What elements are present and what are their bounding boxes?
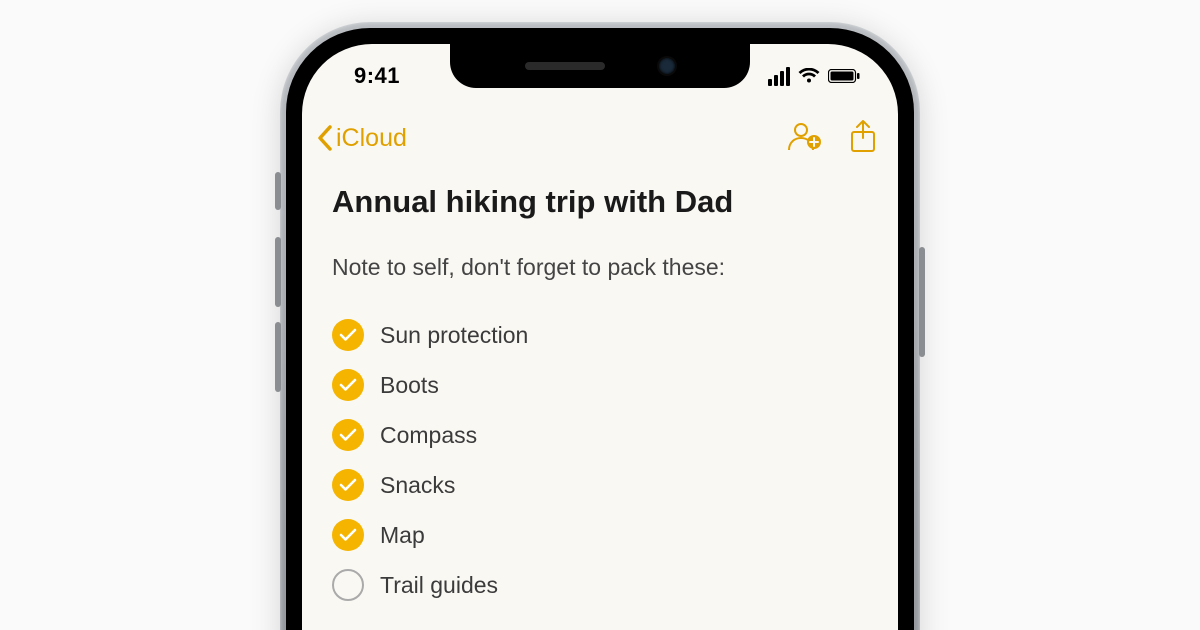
back-button[interactable]: iCloud <box>316 124 407 153</box>
note-subtitle[interactable]: Note to self, don't forget to pack these… <box>332 254 868 281</box>
checklist-item-label[interactable]: Trail guides <box>380 572 498 599</box>
power-button <box>919 247 925 357</box>
battery-icon <box>828 69 860 83</box>
nav-bar: iCloud <box>302 110 898 166</box>
checklist-item[interactable]: Snacks <box>332 469 868 501</box>
checklist-item-label[interactable]: Map <box>380 522 425 549</box>
checklist-item[interactable]: Boots <box>332 369 868 401</box>
cellular-icon <box>768 67 790 86</box>
phone-frame: 9:41 iCloud <box>280 22 920 630</box>
checkmark-circle-icon[interactable] <box>332 369 364 401</box>
volume-up-button <box>275 237 281 307</box>
status-right <box>768 59 864 86</box>
screen: 9:41 iCloud <box>302 44 898 630</box>
checklist-item-label[interactable]: Compass <box>380 422 477 449</box>
status-time: 9:41 <box>336 55 400 89</box>
back-label: iCloud <box>336 124 407 153</box>
note-title[interactable]: Annual hiking trip with Dad <box>332 184 868 220</box>
checklist-item[interactable]: Map <box>332 519 868 551</box>
wifi-icon <box>798 68 820 84</box>
checklist-item-label[interactable]: Snacks <box>380 472 455 499</box>
checklist-item[interactable]: Sun protection <box>332 319 868 351</box>
checkmark-circle-icon[interactable] <box>332 319 364 351</box>
checklist: Sun protection Boots Compass Snacks Map Trail… <box>332 319 868 601</box>
silence-switch <box>275 172 281 210</box>
stage: 9:41 iCloud <box>0 0 1200 630</box>
checklist-item-label[interactable]: Boots <box>380 372 439 399</box>
nav-actions <box>786 119 876 158</box>
checkmark-circle-icon[interactable] <box>332 419 364 451</box>
note-content[interactable]: Annual hiking trip with Dad Note to self… <box>302 184 898 601</box>
checklist-item[interactable]: Compass <box>332 419 868 451</box>
share-button[interactable] <box>850 119 876 158</box>
status-bar: 9:41 <box>302 44 898 100</box>
add-person-button[interactable] <box>786 120 822 157</box>
empty-circle-icon[interactable] <box>332 569 364 601</box>
chevron-left-icon <box>316 124 334 152</box>
checklist-item[interactable]: Trail guides <box>332 569 868 601</box>
checklist-item-label[interactable]: Sun protection <box>380 322 528 349</box>
volume-down-button <box>275 322 281 392</box>
checkmark-circle-icon[interactable] <box>332 519 364 551</box>
checkmark-circle-icon[interactable] <box>332 469 364 501</box>
